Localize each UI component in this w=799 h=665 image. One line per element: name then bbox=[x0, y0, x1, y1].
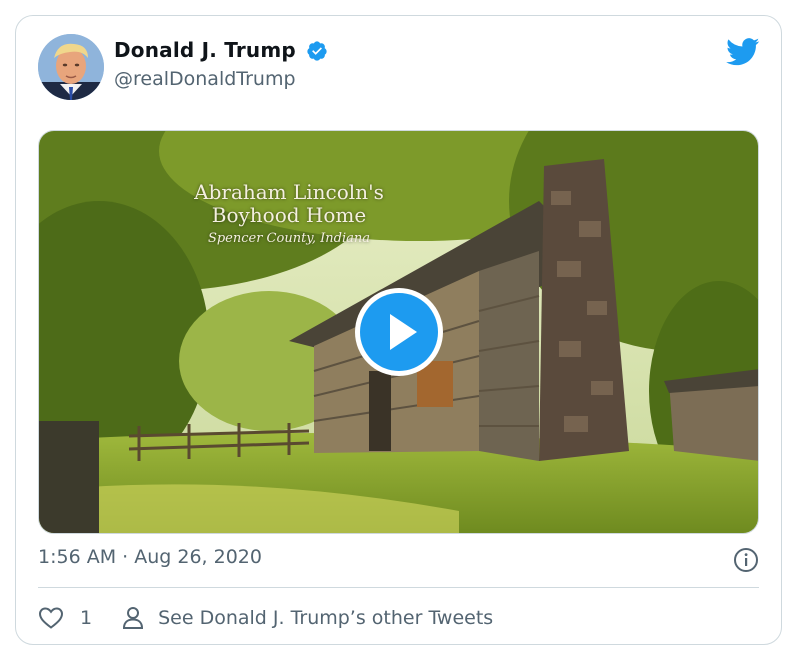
overlay-subtitle: Spencer County, Indiana bbox=[207, 231, 371, 246]
video-player[interactable]: Abraham Lincoln's Boyhood Home Spencer C… bbox=[38, 130, 759, 534]
avatar[interactable] bbox=[38, 34, 104, 100]
heart-icon[interactable] bbox=[38, 606, 64, 630]
play-icon[interactable] bbox=[353, 286, 445, 378]
twitter-bird-icon[interactable] bbox=[726, 38, 760, 66]
person-icon bbox=[123, 607, 144, 629]
tweet-card[interactable]: Donald J. Trump @realDonaldTrump Abraham… bbox=[15, 15, 782, 645]
verified-badge-icon bbox=[307, 41, 327, 61]
divider bbox=[38, 587, 759, 588]
overlay-title-line2: Boyhood Home bbox=[211, 203, 367, 227]
see-other-tweets-link[interactable]: See Donald J. Trump’s other Tweets bbox=[158, 607, 493, 629]
like-count[interactable]: 1 bbox=[80, 607, 92, 629]
author-handle[interactable]: @realDonaldTrump bbox=[114, 68, 296, 90]
overlay-title-line1: Abraham Lincoln's bbox=[194, 180, 384, 204]
tweet-actions: 1 See Donald J. Trump’s other Tweets bbox=[38, 604, 493, 632]
author-name[interactable]: Donald J. Trump bbox=[114, 38, 296, 62]
video-overlay-title: Abraham Lincoln's Boyhood Home Spencer C… bbox=[179, 180, 399, 247]
tweet-timestamp[interactable]: 1:56 AM · Aug 26, 2020 bbox=[38, 546, 262, 568]
info-icon[interactable] bbox=[733, 547, 759, 573]
